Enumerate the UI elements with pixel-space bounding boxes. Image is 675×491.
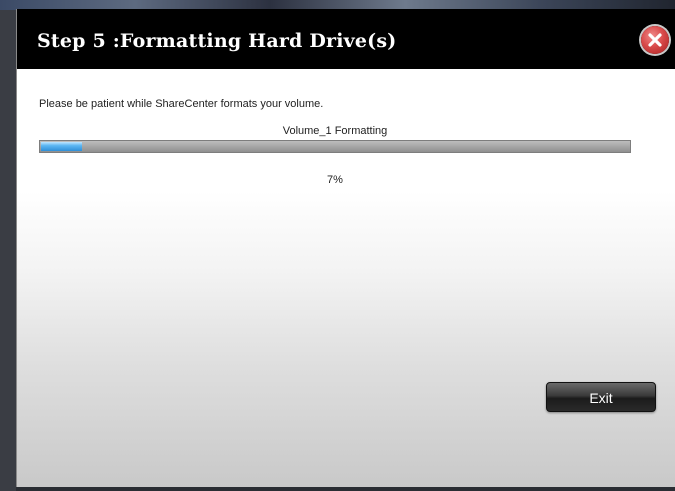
dialog-title-bar: Step 5 :Formatting Hard Drive(s) [17, 9, 675, 69]
volume-status-label: Volume_1 Formatting [282, 125, 388, 137]
dialog-title: Step 5 :Formatting Hard Drive(s) [37, 30, 397, 52]
exit-button[interactable]: Exit [546, 382, 656, 412]
background-window-left [0, 10, 16, 491]
progress-percent: 7% [327, 174, 343, 186]
close-button[interactable] [641, 26, 669, 54]
close-icon [648, 33, 662, 47]
progress-bar [39, 140, 631, 153]
status-message: Please be patient while ShareCenter form… [39, 98, 324, 110]
format-dialog: Step 5 :Formatting Hard Drive(s) Please … [16, 9, 675, 487]
progress-bar-fill [41, 142, 82, 151]
